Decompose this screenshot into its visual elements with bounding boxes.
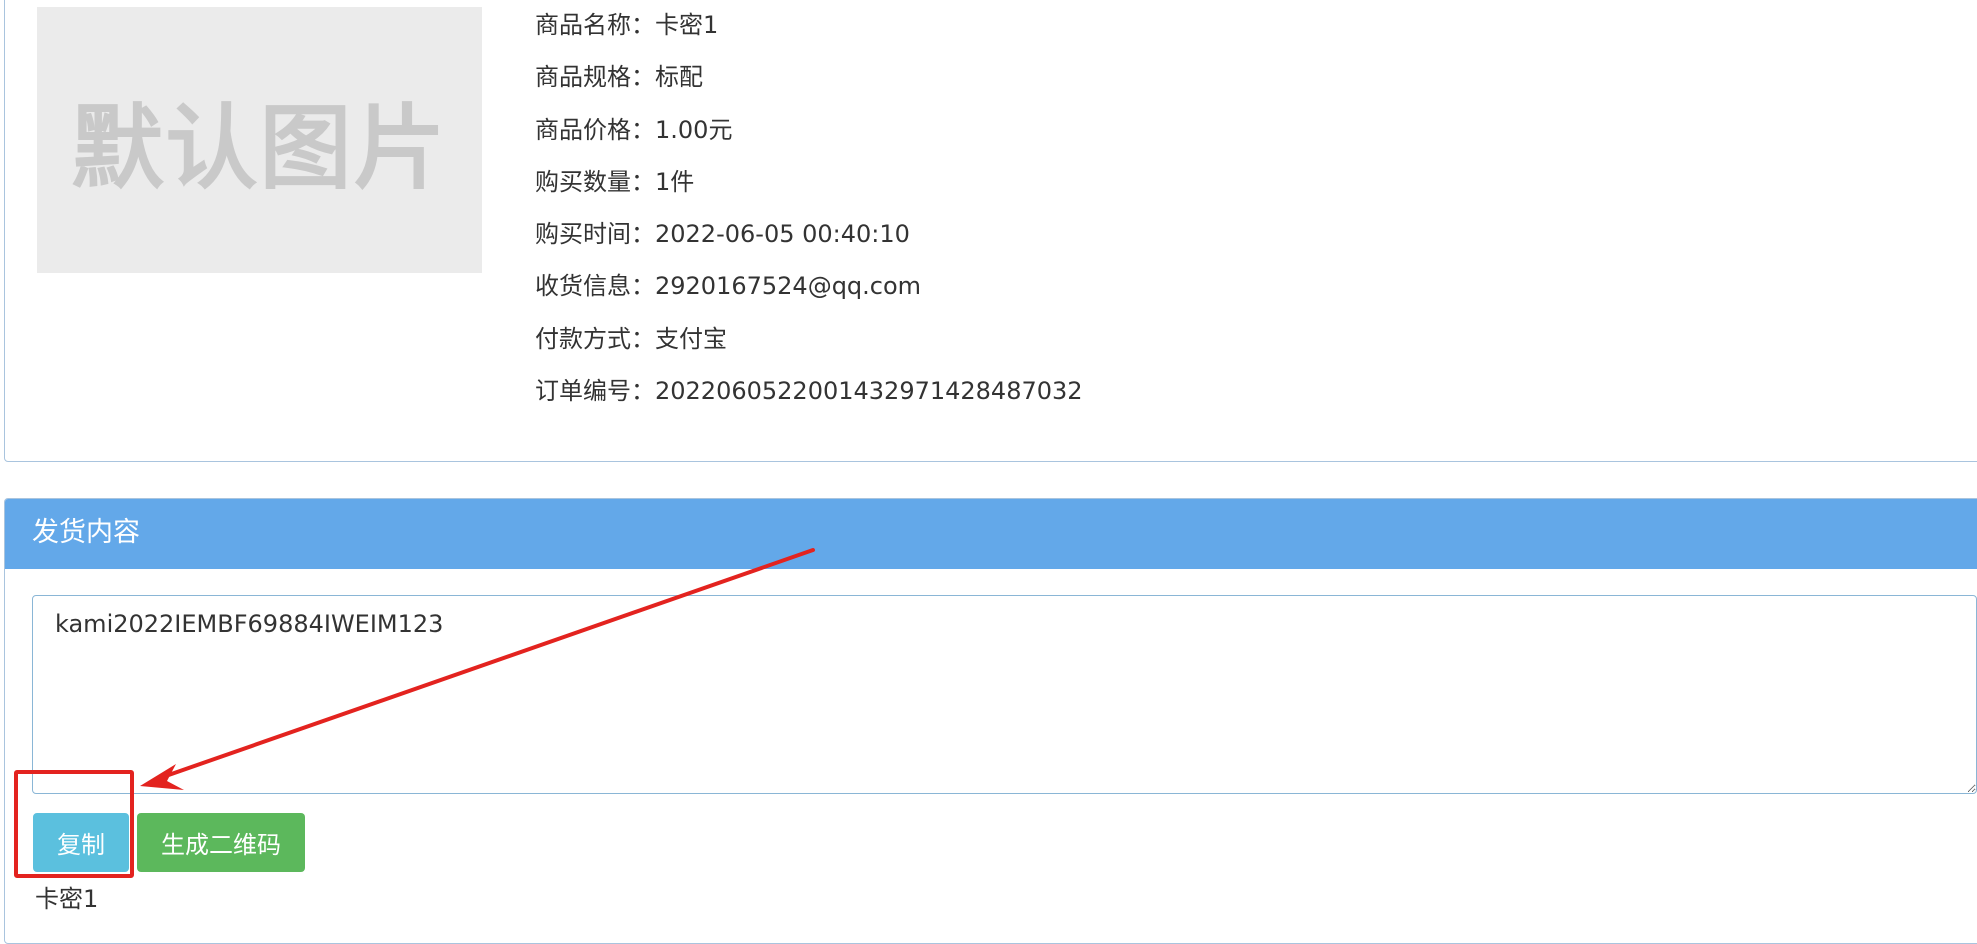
info-value: 2022060522001432971428487032 bbox=[655, 377, 1083, 406]
info-row-quantity: 购买数量： 1件 bbox=[535, 162, 1083, 214]
info-value: 2920167524@qq.com bbox=[655, 272, 922, 301]
info-label: 购买时间： bbox=[535, 220, 655, 249]
order-detail-page: 默认图片 商品名称： 卡密1 商品规格： 标配 商品价格： 1.00元 购买数量… bbox=[0, 0, 1977, 944]
product-image: 默认图片 bbox=[37, 7, 482, 273]
generate-qrcode-button[interactable]: 生成二维码 bbox=[137, 813, 305, 872]
delivery-panel-header: 发货内容 bbox=[5, 499, 1977, 569]
info-value: 1件 bbox=[655, 167, 695, 196]
info-label: 付款方式： bbox=[535, 324, 655, 353]
info-label: 商品规格： bbox=[535, 63, 655, 92]
info-row-product-price: 商品价格： 1.00元 bbox=[535, 110, 1083, 162]
info-value: 卡密1 bbox=[655, 11, 719, 39]
image-placeholder-text: 默认图片 bbox=[71, 94, 448, 202]
info-row-product-name: 商品名称： 卡密1 bbox=[535, 5, 1083, 57]
card-product-label: 卡密1 bbox=[35, 885, 99, 913]
info-label: 订单编号： bbox=[535, 377, 655, 406]
info-value: 1.00元 bbox=[655, 115, 733, 144]
info-value: 标配 bbox=[655, 63, 703, 92]
info-label: 购买数量： bbox=[535, 167, 655, 196]
info-value: 2022-06-05 00:40:10 bbox=[655, 220, 910, 249]
info-row-purchase-time: 购买时间： 2022-06-05 00:40:10 bbox=[535, 214, 1083, 266]
order-info-list: 商品名称： 卡密1 商品规格： 标配 商品价格： 1.00元 购买数量： 1件 … bbox=[535, 5, 1083, 423]
order-info-panel: 默认图片 商品名称： 卡密1 商品规格： 标配 商品价格： 1.00元 购买数量… bbox=[4, 0, 1977, 462]
info-row-product-spec: 商品规格： 标配 bbox=[535, 57, 1083, 109]
info-value: 支付宝 bbox=[655, 324, 727, 353]
info-row-delivery-info: 收货信息： 2920167524@qq.com bbox=[535, 266, 1083, 318]
annotation-highlight-box bbox=[14, 770, 134, 878]
info-label: 商品名称： bbox=[535, 11, 655, 39]
info-label: 商品价格： bbox=[535, 115, 655, 144]
delivery-content-panel: 发货内容 kami2022IEMBF69884IWEIM123 复制 生成二维码… bbox=[4, 498, 1977, 944]
info-row-order-number: 订单编号： 2022060522001432971428487032 bbox=[535, 371, 1083, 423]
info-label: 收货信息： bbox=[535, 272, 655, 301]
delivery-panel-title: 发货内容 bbox=[32, 517, 140, 548]
delivery-content-textarea[interactable]: kami2022IEMBF69884IWEIM123 bbox=[32, 595, 1977, 794]
info-row-payment-method: 付款方式： 支付宝 bbox=[535, 319, 1083, 371]
